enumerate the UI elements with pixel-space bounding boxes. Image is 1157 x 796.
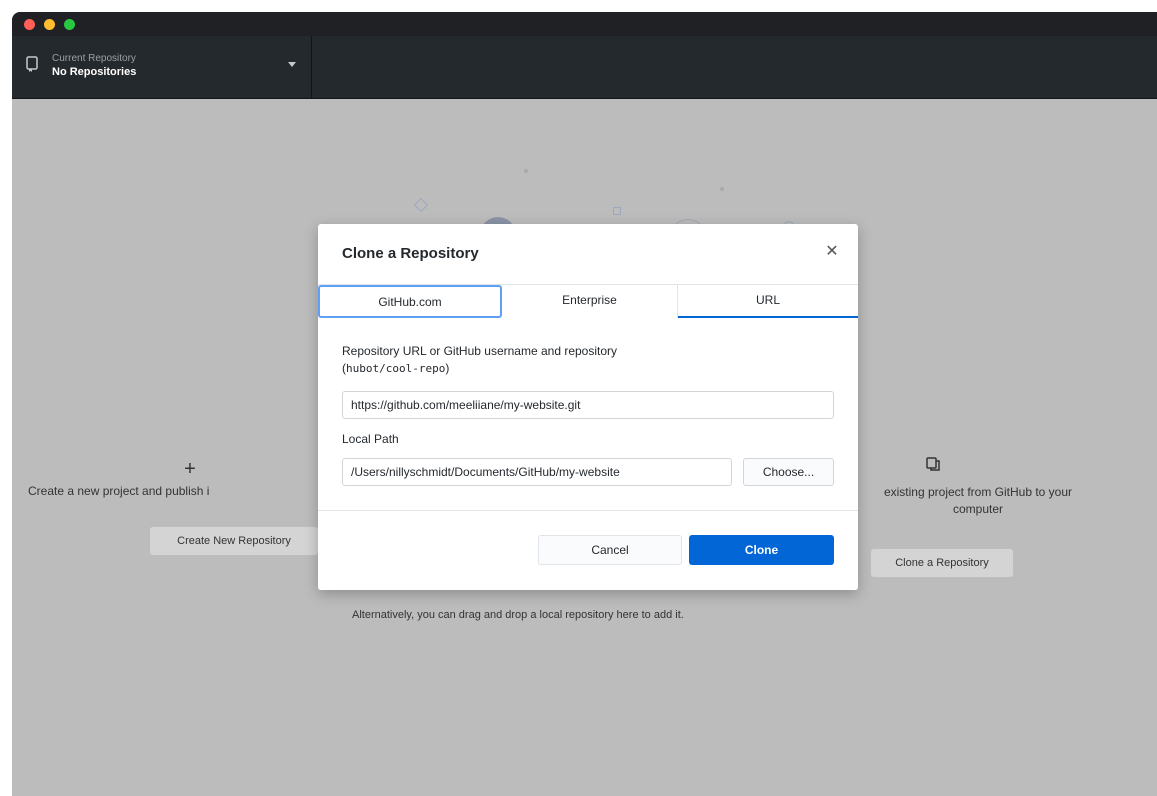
chevron-down-icon: [288, 62, 296, 67]
decoration-square: [613, 207, 621, 215]
repository-icon: [26, 56, 38, 72]
current-repository-value: No Repositories: [52, 66, 137, 78]
toolbar: Current Repository No Repositories: [12, 36, 1157, 99]
decoration-dot: [720, 187, 724, 191]
drag-drop-hint: Alternatively, you can drag and drop a l…: [352, 609, 684, 621]
title-bar: [12, 12, 1157, 36]
local-path-input[interactable]: [342, 458, 732, 486]
create-new-repository-button[interactable]: Create New Repository: [149, 526, 319, 556]
dialog-footer: Cancel Clone: [318, 510, 858, 590]
dialog-title: Clone a Repository: [342, 245, 479, 262]
plus-icon: +: [184, 458, 196, 480]
repository-url-label: Repository URL or GitHub username and re…: [342, 344, 618, 375]
cancel-button[interactable]: Cancel: [538, 535, 682, 565]
window-minimize-button[interactable]: [44, 19, 55, 30]
tab-github-com[interactable]: GitHub.com: [318, 285, 502, 318]
clone-button[interactable]: Clone: [689, 535, 834, 565]
window-maximize-button[interactable]: [64, 19, 75, 30]
decoration-dot: [524, 169, 528, 173]
repository-url-hint: hubot/cool-repo: [346, 362, 446, 375]
dialog-tabs: GitHub.com Enterprise URL: [318, 284, 858, 318]
local-path-label: Local Path: [342, 432, 399, 446]
decoration-diamond: [413, 197, 429, 213]
repository-url-label-text: Repository URL or GitHub username and re…: [342, 344, 618, 358]
clone-repository-background-button[interactable]: Clone a Repository: [870, 548, 1014, 578]
choose-button[interactable]: Choose...: [743, 458, 834, 486]
close-icon[interactable]: ✕: [822, 242, 842, 262]
current-repository-label: Current Repository: [52, 53, 136, 64]
clone-repository-dialog: Clone a Repository ✕ GitHub.com Enterpri…: [318, 224, 858, 590]
current-repository-selector[interactable]: Current Repository No Repositories: [12, 36, 312, 98]
clone-icon: [926, 457, 940, 471]
tab-url[interactable]: URL: [678, 285, 858, 318]
repository-text: Current Repository No Repositories: [52, 53, 136, 79]
create-description: Create a new project and publish i: [28, 484, 210, 498]
window-close-button[interactable]: [24, 19, 35, 30]
repository-url-input[interactable]: [342, 391, 834, 419]
clone-description: existing project from GitHub to your com…: [883, 485, 1073, 516]
tab-enterprise[interactable]: Enterprise: [502, 285, 678, 318]
